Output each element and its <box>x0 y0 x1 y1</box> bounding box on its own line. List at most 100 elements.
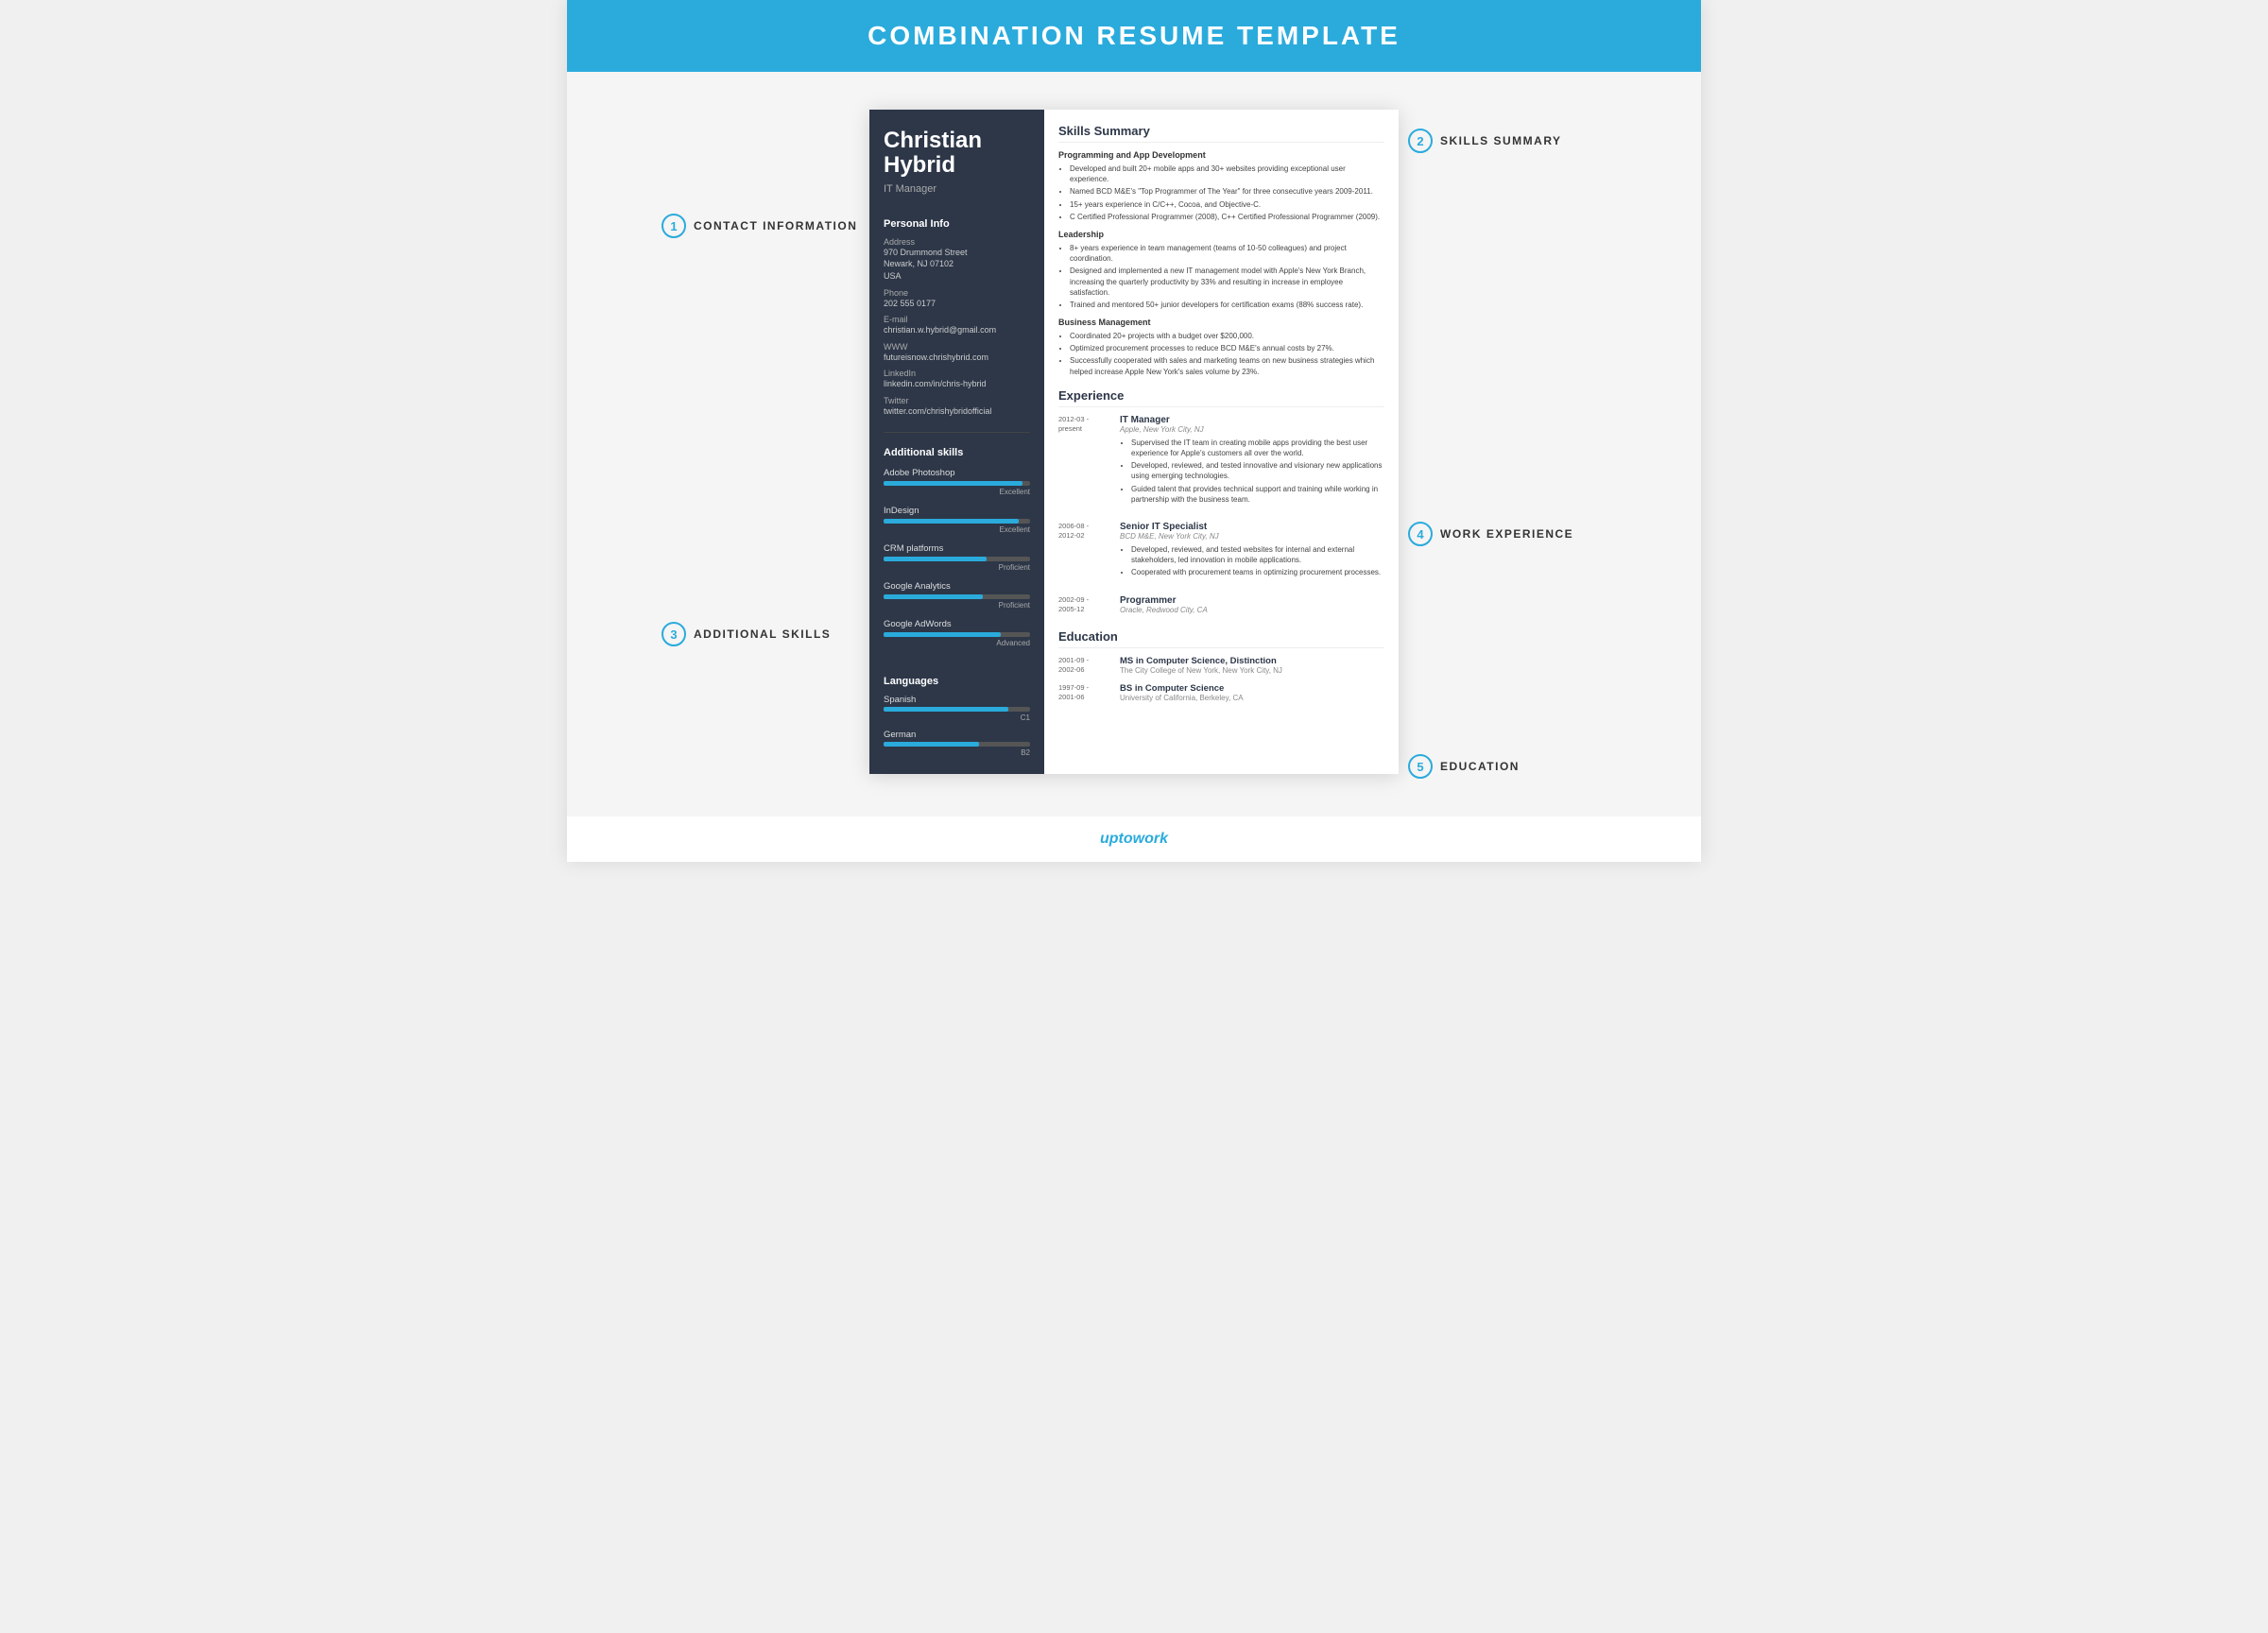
skills-summary-heading: Skills Summary <box>1058 124 1384 143</box>
lang-name-spanish: Spanish <box>884 695 1030 705</box>
bullet-item: 8+ years experience in team management (… <box>1070 243 1384 264</box>
twitter-value: twitter.com/chrishybridofficial <box>884 405 1030 418</box>
lang-bar-fill-german <box>884 742 979 747</box>
twitter-label: Twitter <box>884 396 1030 405</box>
exp-title-2: Senior IT Specialist <box>1120 522 1384 532</box>
exp-content-3: Programmer Oracle, Redwood City, CA <box>1120 595 1384 618</box>
skill-item: CRM platforms Proficient <box>884 543 1030 572</box>
edu-item-2: 1997-09 -2001-06 BS in Computer Science … <box>1058 683 1384 703</box>
resume-main: Skills Summary Programming and App Devel… <box>1044 110 1399 774</box>
languages-section: Languages Spanish C1 German B2 <box>869 666 1044 774</box>
edu-content-1: MS in Computer Science, Distinction The … <box>1120 656 1282 676</box>
edu-degree-1: MS in Computer Science, Distinction <box>1120 656 1282 666</box>
exp-company-3: Oracle, Redwood City, CA <box>1120 606 1384 614</box>
annotation-work-exp: 4 WORK EXPERIENCE <box>1408 522 1606 546</box>
lang-level-spanish: C1 <box>884 713 1030 722</box>
phone-value: 202 555 0177 <box>884 298 1030 310</box>
experience-heading: Experience <box>1058 388 1384 407</box>
annotation-label-work-exp: WORK EXPERIENCE <box>1440 527 1573 541</box>
programming-bullets: Developed and built 20+ mobile apps and … <box>1058 163 1384 222</box>
linkedin-value: linkedin.com/in/chris-hybrid <box>884 378 1030 390</box>
bullet-item: Developed, reviewed, and tested websites… <box>1131 544 1384 565</box>
email-value: christian.w.hybrid@gmail.com <box>884 324 1030 336</box>
exp-item-3: 2002-09 -2005-12 Programmer Oracle, Redw… <box>1058 595 1384 618</box>
skill-bar-bg <box>884 481 1030 486</box>
bullet-item: C Certified Professional Programmer (200… <box>1070 212 1384 222</box>
lang-bar-bg <box>884 742 1030 747</box>
edu-degree-2: BS in Computer Science <box>1120 683 1244 694</box>
annotation-label-skills: ADDITIONAL SKILLS <box>694 627 831 641</box>
lang-item: Spanish C1 <box>884 695 1030 722</box>
skill-name-indesign: InDesign <box>884 506 1030 516</box>
annotation-circle-1: 1 <box>662 214 686 238</box>
bullet-item: Developed, reviewed, and tested innovati… <box>1131 460 1384 481</box>
address-label: Address <box>884 237 1030 247</box>
lang-bar-fill-spanish <box>884 707 1008 712</box>
bullet-item: Coordinated 20+ projects with a budget o… <box>1070 331 1384 341</box>
skill-item: Adobe Photoshop Excellent <box>884 468 1030 496</box>
bullet-item: Designed and implemented a new IT manage… <box>1070 266 1384 298</box>
header-banner: COMBINATION RESUME TEMPLATE <box>567 0 1701 72</box>
skill-level-indesign: Excellent <box>884 525 1030 534</box>
right-annotations: 2 SKILLS SUMMARY 4 WORK EXPERIENCE 5 EDU… <box>1399 110 1606 779</box>
exp-date-3: 2002-09 -2005-12 <box>1058 595 1110 618</box>
skill-bar-bg <box>884 519 1030 524</box>
exp-content-1: IT Manager Apple, New York City, NJ Supe… <box>1120 415 1384 510</box>
left-annotations: 1 CONTACT INFORMATION 3 ADDITIONAL SKILL… <box>662 110 869 652</box>
edu-school-1: The City College of New York, New York C… <box>1120 666 1282 675</box>
business-bullets: Coordinated 20+ projects with a budget o… <box>1058 331 1384 377</box>
subsection-programming: Programming and App Development <box>1058 150 1384 160</box>
skills-section-title: Additional skills <box>884 447 1030 458</box>
additional-skills-section: Additional skills Adobe Photoshop Excell… <box>869 438 1044 666</box>
edu-date-2: 1997-09 -2001-06 <box>1058 683 1110 703</box>
skill-level-crm: Proficient <box>884 563 1030 572</box>
skill-bar-bg <box>884 632 1030 637</box>
www-value: futureisnow.chrishybrid.com <box>884 352 1030 364</box>
education-heading: Education <box>1058 629 1384 648</box>
exp-item-1: 2012-03 -present IT Manager Apple, New Y… <box>1058 415 1384 510</box>
skill-level-analytics: Proficient <box>884 601 1030 610</box>
bullet-item: Named BCD M&E's "Top Programmer of The Y… <box>1070 186 1384 197</box>
education-section: Education 2001-09 -2002-06 MS in Compute… <box>1058 629 1384 703</box>
annotation-circle-3: 3 <box>662 622 686 646</box>
skill-bar-fill-analytics <box>884 594 983 599</box>
exp-bullets-2: Developed, reviewed, and tested websites… <box>1120 544 1384 578</box>
annotation-label-education: EDUCATION <box>1440 760 1520 773</box>
annotation-contact: 1 CONTACT INFORMATION <box>662 214 860 238</box>
exp-date-1: 2012-03 -present <box>1058 415 1110 510</box>
skill-level-photoshop: Excellent <box>884 488 1030 496</box>
bullet-item: Supervised the IT team in creating mobil… <box>1131 438 1384 458</box>
skill-bar-fill-indesign <box>884 519 1019 524</box>
subsection-leadership: Leadership <box>1058 230 1384 239</box>
exp-item-2: 2006-08 -2012-02 Senior IT Specialist BC… <box>1058 522 1384 584</box>
exp-content-2: Senior IT Specialist BCD M&E, New York C… <box>1120 522 1384 584</box>
edu-date-1: 2001-09 -2002-06 <box>1058 656 1110 676</box>
phone-label: Phone <box>884 288 1030 298</box>
bullet-item: 15+ years experience in C/C++, Cocoa, an… <box>1070 199 1384 210</box>
resume-sidebar: Christian Hybrid IT Manager Personal Inf… <box>869 110 1044 774</box>
skill-item: InDesign Excellent <box>884 506 1030 534</box>
skill-level-adwords: Advanced <box>884 639 1030 647</box>
annotation-circle-4: 4 <box>1408 522 1433 546</box>
experience-section: Experience 2012-03 -present IT Manager A… <box>1058 388 1384 618</box>
exp-title-1: IT Manager <box>1120 415 1384 425</box>
exp-title-3: Programmer <box>1120 595 1384 606</box>
skill-item: Google Analytics Proficient <box>884 581 1030 610</box>
annotation-education: 5 EDUCATION <box>1408 754 1606 779</box>
candidate-title: IT Manager <box>884 183 1030 195</box>
main-content: 1 CONTACT INFORMATION 3 ADDITIONAL SKILL… <box>567 72 1701 816</box>
candidate-name: Christian Hybrid <box>884 129 1030 179</box>
address-value: 970 Drummond StreetNewark, NJ 07102USA <box>884 247 1030 283</box>
exp-company-1: Apple, New York City, NJ <box>1120 425 1384 434</box>
languages-title: Languages <box>884 676 1030 687</box>
lang-level-german: B2 <box>884 748 1030 757</box>
skill-bar-bg <box>884 594 1030 599</box>
exp-company-2: BCD M&E, New York City, NJ <box>1120 532 1384 541</box>
personal-info-section: Personal Info Address 970 Drummond Stree… <box>869 209 1044 427</box>
email-label: E-mail <box>884 315 1030 324</box>
lang-name-german: German <box>884 730 1030 740</box>
bullet-item: Trained and mentored 50+ junior develope… <box>1070 300 1384 310</box>
lang-bar-bg <box>884 707 1030 712</box>
skill-bar-bg <box>884 557 1030 561</box>
edu-school-2: University of California, Berkeley, CA <box>1120 694 1244 702</box>
